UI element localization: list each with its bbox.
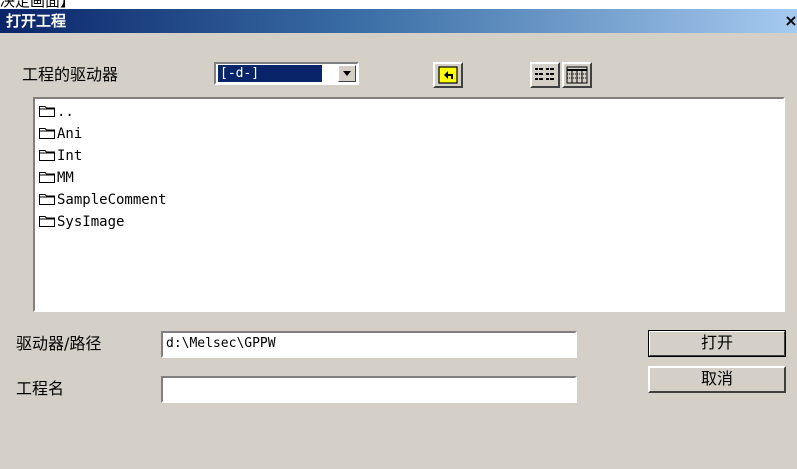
path-label: 驱动器/路径 [16,334,102,353]
detail-view-icon [566,66,588,84]
folder-up-icon [438,66,458,84]
path-field[interactable]: d:\Melsec\GPPW [161,331,577,358]
list-item[interactable]: .. [39,102,74,122]
title-bar[interactable]: 打开工程 × [0,9,797,33]
window-title: 打开工程 [6,12,67,30]
list-item-label: Int [57,148,83,164]
folder-icon [39,216,55,227]
folder-icon [39,128,55,139]
close-button[interactable]: × [783,12,797,30]
list-item[interactable]: Int [39,146,82,166]
list-view-icon [535,68,554,80]
project-name-field[interactable] [161,376,577,403]
list-item-label: SampleComment [57,192,167,208]
list-item-label: Ani [57,126,83,142]
folder-icon [39,172,55,183]
up-folder-button[interactable] [433,62,463,88]
list-item[interactable]: SampleComment [39,190,167,210]
list-item[interactable]: MM [39,168,74,188]
folder-list[interactable]: .. Ani Int MM SampleComment SysImage [33,97,785,312]
drive-select[interactable]: [-d-] [214,62,359,85]
drive-label: 工程的驱动器 [22,65,119,84]
cancel-button[interactable]: 取消 [648,366,786,393]
list-item[interactable]: Ani [39,124,82,144]
folder-icon [39,194,55,205]
open-project-dialog: 打开工程 × 工程的驱动器 [-d-] .. Ani Int MM Sample… [0,9,797,469]
detail-view-button[interactable] [562,62,592,88]
drive-dropdown-button[interactable] [338,65,356,82]
project-name-label: 工程名 [16,379,65,398]
folder-icon [39,106,55,117]
background-caption-text: 决定画面】 [0,0,200,8]
list-view-button[interactable] [530,62,560,88]
list-item-label: SysImage [57,214,125,230]
list-item[interactable]: SysImage [39,212,124,232]
chevron-down-icon [343,71,351,76]
folder-icon [39,150,55,161]
drive-selected-value: [-d-] [218,65,322,82]
open-button[interactable]: 打开 [648,330,786,357]
list-item-label: .. [57,104,74,120]
list-item-label: MM [57,170,74,186]
